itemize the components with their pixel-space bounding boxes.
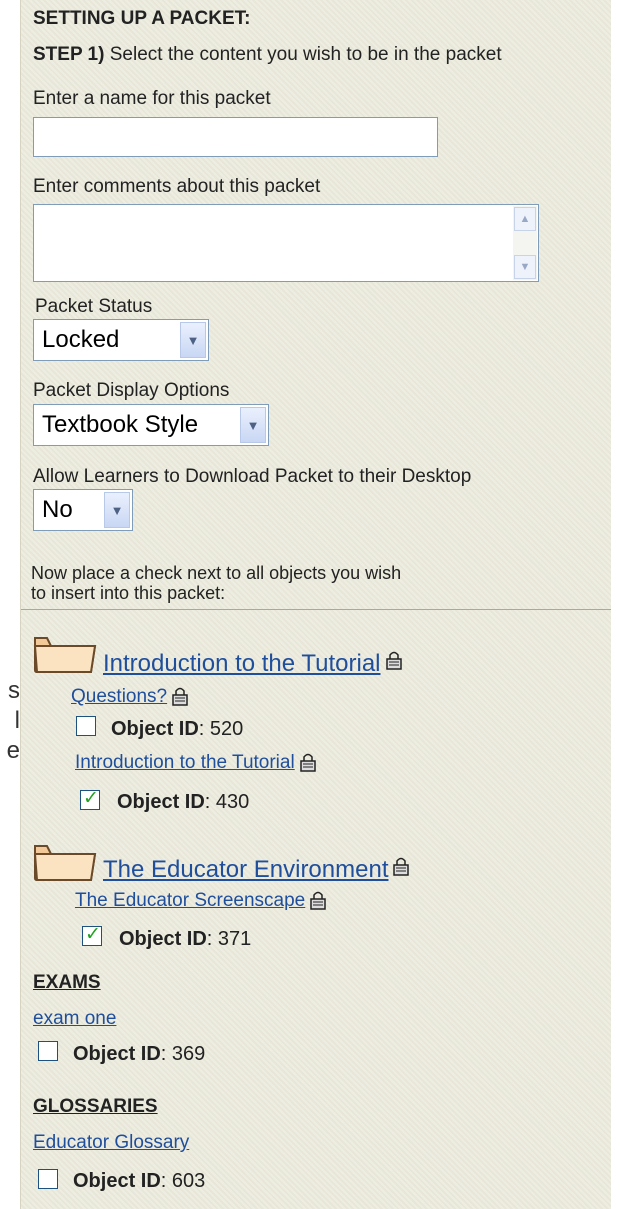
- display-options-label: Packet Display Options: [33, 380, 230, 401]
- lock-icon: [299, 753, 316, 772]
- clipped-char: l: [14, 707, 20, 734]
- object-link[interactable]: The Educator Screenscape: [75, 890, 305, 911]
- instruction-line: Now place a check next to all objects yo…: [31, 563, 402, 583]
- object-id-value: : 603: [160, 1170, 206, 1192]
- object-id-value: : 371: [206, 928, 252, 950]
- glossary-row: Educator Glossary: [33, 1132, 189, 1154]
- object-link[interactable]: Questions?: [71, 686, 167, 707]
- chevron-down-icon[interactable]: ▼: [104, 492, 130, 528]
- status-selected-value: Locked: [42, 326, 120, 353]
- folder-row: The Educator Environment: [103, 856, 410, 884]
- object-id-label: Object ID: [111, 718, 199, 740]
- object-checkbox[interactable]: ✓: [82, 924, 102, 946]
- folder-link[interactable]: The Educator Environment: [103, 856, 388, 883]
- checkmark-icon: ✓: [85, 924, 101, 945]
- step-number: STEP 1): [33, 44, 105, 65]
- scroll-up-icon[interactable]: ▲: [514, 207, 536, 231]
- download-select[interactable]: No ▼: [33, 489, 133, 531]
- exams-heading: EXAMS: [33, 972, 101, 993]
- status-label: Packet Status: [35, 296, 153, 317]
- object-id-value: : 369: [160, 1043, 206, 1065]
- packet-setup-panel: SETTING UP A PACKET: STEP 1) Select the …: [20, 0, 611, 1209]
- folder-icon: [33, 845, 97, 881]
- step-instruction: STEP 1) Select the content you wish to b…: [33, 44, 502, 66]
- checkmark-icon: ✓: [83, 788, 99, 809]
- checkbox-instructions: Now place a check next to all objects yo…: [31, 563, 401, 603]
- glossary-link[interactable]: Educator Glossary: [33, 1132, 189, 1153]
- download-label: Allow Learners to Download Packet to the…: [33, 466, 472, 487]
- object-id-label: Object ID: [117, 791, 205, 813]
- object-id-label: Object ID: [73, 1170, 161, 1192]
- object-row: Questions?: [71, 686, 189, 708]
- lock-icon: [172, 687, 188, 706]
- clipped-char: s: [8, 677, 20, 704]
- folder-row: Introduction to the Tutorial: [103, 650, 403, 678]
- object-id-label: Object ID: [119, 928, 207, 950]
- exam-link[interactable]: exam one: [33, 1008, 116, 1029]
- clipped-char: e: [6, 737, 20, 764]
- name-label: Enter a name for this packet: [33, 88, 271, 109]
- packet-status-select[interactable]: Locked ▼: [33, 319, 209, 361]
- object-id-value: : 430: [204, 791, 250, 813]
- chevron-down-icon[interactable]: ▼: [240, 407, 266, 443]
- object-id: Object ID: 371: [119, 928, 251, 951]
- comments-label: Enter comments about this packet: [33, 176, 321, 197]
- glossaries-heading: GLOSSARIES: [33, 1096, 158, 1117]
- object-row: Introduction to the Tutorial: [75, 752, 317, 774]
- scroll-down-icon[interactable]: ▼: [514, 255, 536, 279]
- panel-title: SETTING UP A PACKET:: [33, 8, 251, 29]
- object-id: Object ID: 520: [111, 718, 243, 741]
- folder-link[interactable]: Introduction to the Tutorial: [103, 650, 381, 677]
- packet-name-input[interactable]: [33, 117, 438, 157]
- glossary-checkbox[interactable]: [38, 1169, 58, 1189]
- step-text: Select the content you wish to be in the…: [104, 44, 502, 65]
- object-id-label: Object ID: [73, 1043, 161, 1065]
- instruction-line: to insert into this packet:: [31, 583, 226, 603]
- exam-row: exam one: [33, 1008, 116, 1030]
- display-options-select[interactable]: Textbook Style ▼: [33, 404, 269, 446]
- object-row: The Educator Screenscape: [75, 890, 327, 912]
- packet-comments-textarea[interactable]: ▲ ▼: [33, 204, 539, 282]
- lock-icon: [385, 651, 402, 670]
- object-id: Object ID: 603: [73, 1170, 205, 1193]
- download-selected-value: No: [42, 496, 73, 523]
- object-id: Object ID: 369: [73, 1043, 205, 1066]
- comments-scrollbar[interactable]: ▲ ▼: [513, 206, 537, 280]
- lock-icon: [393, 857, 410, 876]
- lock-icon: [310, 891, 326, 910]
- object-link[interactable]: Introduction to the Tutorial: [75, 752, 295, 773]
- display-selected-value: Textbook Style: [42, 411, 199, 438]
- object-id-value: : 520: [198, 718, 244, 740]
- folder-icon: [33, 637, 97, 673]
- divider: [21, 609, 611, 610]
- object-checkbox[interactable]: [76, 716, 96, 736]
- exam-checkbox[interactable]: [38, 1041, 58, 1061]
- object-checkbox[interactable]: ✓: [80, 788, 100, 810]
- clipped-left-text: s l e: [0, 676, 20, 766]
- object-id: Object ID: 430: [117, 791, 249, 814]
- chevron-down-icon[interactable]: ▼: [180, 322, 206, 358]
